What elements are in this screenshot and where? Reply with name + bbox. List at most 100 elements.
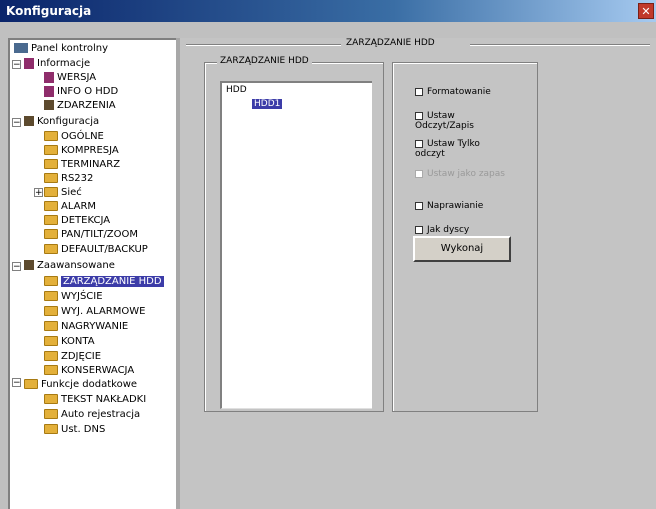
tree-item-label: Sieć: [61, 187, 82, 198]
option-naprawianie[interactable]: Naprawianie: [415, 201, 483, 211]
tree-item-default-backup[interactable]: DEFAULT/BACKUP: [44, 243, 148, 257]
tree-item-label: KONSERWACJA: [61, 365, 135, 376]
folder-icon: [44, 291, 58, 301]
tree-expander-siec[interactable]: +: [34, 188, 43, 198]
option-label: Naprawianie: [427, 201, 484, 211]
tree-item-label: ZDJĘCIE: [61, 351, 102, 362]
doc-icon: [44, 85, 54, 97]
option-label: Jak dyscy: [427, 225, 470, 235]
close-icon[interactable]: ✕: [638, 3, 654, 19]
section-divider: [186, 44, 341, 46]
tree-item-label: Informacje: [37, 58, 91, 69]
tree-item-label: Konfiguracja: [37, 116, 100, 127]
folder-icon: [44, 244, 58, 254]
tree-item-label: Ust. DNS: [61, 424, 106, 435]
folder-icon: [44, 409, 58, 419]
tree-item-label: NAGRYWANIE: [61, 321, 129, 332]
folder-icon: [24, 379, 38, 389]
tree-item-zarzadzanie-hdd[interactable]: ZARZĄDZANIE HDD: [44, 275, 164, 289]
tree-item-label: ZDARZENIA: [57, 100, 116, 111]
option-tylko-odczyt[interactable]: Ustaw Tylko odczyt: [415, 139, 505, 159]
tree-item-konserwacja[interactable]: KONSERWACJA: [44, 364, 134, 378]
tree-item-kompresja[interactable]: KOMPRESJA: [44, 144, 119, 158]
option-jak-dyscy[interactable]: Jak dyscy: [415, 225, 469, 235]
tool-icon: [24, 116, 34, 126]
tree-item-alarm[interactable]: ALARM: [44, 200, 96, 214]
tree-item-konfiguracja[interactable]: Konfiguracja: [24, 115, 99, 129]
tree-item-label: TEKST NAKŁADKI: [61, 394, 147, 405]
option-box: [415, 201, 423, 210]
tree-item-label: ZARZĄDZANIE HDD: [61, 276, 164, 287]
tree-item-panel-kontrolny[interactable]: Panel kontrolny: [14, 42, 108, 56]
tree-item-info-o-hdd[interactable]: INFO O HDD: [44, 85, 118, 99]
tree-item-detekcja[interactable]: DETEKCJA: [44, 214, 110, 228]
tree-item-wersja[interactable]: WERSJA: [44, 71, 96, 85]
tree-expander-zaawansowane[interactable]: −: [12, 262, 21, 272]
panel-icon: [14, 43, 28, 53]
tree-item-wyjscie[interactable]: WYJŚCIE: [44, 290, 103, 304]
window-title: Konfiguracja: [6, 4, 92, 18]
tree-expander-info[interactable]: −: [12, 60, 21, 70]
option-formatowanie[interactable]: Formatowanie: [415, 87, 491, 97]
tree-item-label: Zaawansowane: [37, 260, 115, 271]
navigation-tree[interactable]: − − + − − Panel kontrolny Informacje WER…: [8, 38, 176, 509]
tree-item-zaawansowane[interactable]: Zaawansowane: [24, 259, 115, 273]
tree-item-label: WYJ. ALARMOWE: [61, 306, 146, 317]
tree-expander-funkcje[interactable]: −: [12, 378, 21, 388]
folder-icon: [44, 159, 58, 169]
hdd-list[interactable]: HDD HDD1: [220, 81, 372, 409]
tree-item-ptz[interactable]: PAN/TILT/ZOOM: [44, 228, 138, 242]
folder-icon: [44, 187, 58, 197]
hdd-child-item[interactable]: HDD1: [252, 99, 283, 109]
tree-item-label: Auto rejestracja: [61, 409, 141, 420]
option-box: [415, 111, 423, 120]
option-label: Formatowanie: [427, 87, 491, 97]
tree-item-zdjecie[interactable]: ZDJĘCIE: [44, 350, 101, 364]
tool-icon: [44, 100, 54, 110]
tree-item-terminarz[interactable]: TERMINARZ: [44, 158, 120, 172]
title-bar[interactable]: Konfiguracja ✕: [0, 0, 656, 22]
tree-item-label: DETEKCJA: [61, 215, 111, 226]
folder-icon: [44, 321, 58, 331]
tree-item-ogolne[interactable]: OGÓLNE: [44, 130, 104, 144]
content-area: ZARZĄDZANIE HDD ZARZĄDZANIE HDD HDD HDD1…: [180, 38, 656, 509]
folder-icon: [44, 229, 58, 239]
tree-item-label: PAN/TILT/ZOOM: [61, 229, 139, 240]
options-group: Formatowanie Ustaw Odczyt/Zapis Ustaw Ty…: [392, 62, 538, 412]
tree-item-ust-dns[interactable]: Ust. DNS: [44, 423, 105, 437]
tree-item-zdarzenia[interactable]: ZDARZENIA: [44, 99, 116, 113]
config-window: Konfiguracja ✕ − − + − − Panel kontrolny…: [0, 0, 656, 509]
tree-item-informacje[interactable]: Informacje: [24, 57, 90, 71]
tree-item-label: Panel kontrolny: [31, 43, 109, 54]
tree-item-nagrywanie[interactable]: NAGRYWANIE: [44, 320, 128, 334]
hdd-root-item[interactable]: HDD: [226, 85, 247, 95]
folder-icon: [44, 424, 58, 434]
option-zapas: Ustaw jako zapas: [415, 169, 505, 179]
tree-item-tekst-nakladki[interactable]: TEKST NAKŁADKI: [44, 393, 146, 407]
folder-icon: [44, 394, 58, 404]
tree-item-rs232[interactable]: RS232: [44, 172, 93, 186]
tree-item-wyj-alarmowe[interactable]: WYJ. ALARMOWE: [44, 305, 145, 319]
tree-item-funkcje-dodatkowe[interactable]: Funkcje dodatkowe: [24, 378, 137, 392]
tree-item-siec[interactable]: Sieć: [44, 186, 82, 200]
apply-button[interactable]: Wykonaj: [413, 236, 511, 262]
folder-icon: [44, 306, 58, 316]
folder-icon: [44, 351, 58, 361]
option-odczyt-zapis[interactable]: Ustaw Odczyt/Zapis: [415, 111, 505, 131]
tree-item-label: KONTA: [61, 336, 95, 347]
tree-item-konta[interactable]: KONTA: [44, 335, 95, 349]
tree-item-label: DEFAULT/BACKUP: [61, 244, 148, 255]
section-divider: [470, 44, 650, 46]
tree-item-label: WERSJA: [57, 72, 97, 83]
option-label: Ustaw Odczyt/Zapis: [415, 111, 474, 131]
tree-expander-konfiguracja[interactable]: −: [12, 118, 21, 128]
folder-icon: [44, 201, 58, 211]
folder-icon: [44, 215, 58, 225]
tree-item-auto-rejestracja[interactable]: Auto rejestracja: [44, 408, 140, 422]
tree-item-label: Funkcje dodatkowe: [41, 379, 138, 390]
option-box: [415, 139, 423, 148]
tree-item-label: ALARM: [61, 201, 97, 212]
tree-item-label: RS232: [61, 173, 94, 184]
option-label: Ustaw jako zapas: [427, 169, 505, 179]
folder-icon: [44, 276, 58, 286]
